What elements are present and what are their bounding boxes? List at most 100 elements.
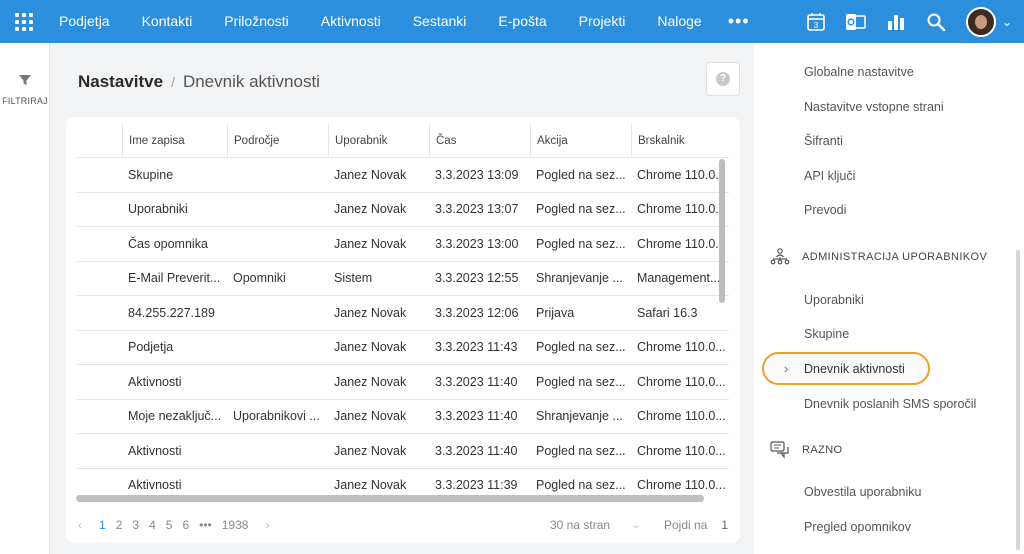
settings-item-prevodi[interactable]: Prevodi: [804, 203, 846, 217]
settings-item-obvestila-uporabniku[interactable]: Obvestila uporabniku: [804, 485, 921, 499]
settings-panel-scrollbar[interactable]: [1016, 250, 1020, 550]
cell-akcija: Pogled na sez...: [536, 374, 626, 389]
breadcrumb-root[interactable]: Nastavitve: [78, 72, 163, 92]
page-1[interactable]: 1: [94, 518, 111, 532]
cell-ime-zapisa: E-Mail Preverit...: [128, 271, 221, 286]
user-avatar[interactable]: [965, 6, 996, 37]
settings-item-nastavitve-vstopne-strani[interactable]: Nastavitve vstopne strani: [804, 100, 944, 114]
cell-select[interactable]: [76, 158, 122, 192]
vertical-scrollbar-thumb[interactable]: [719, 159, 725, 303]
table-row[interactable]: Podjetja Janez Novak 3.3.2023 11:43 Pogled …: [76, 331, 729, 365]
table-row[interactable]: Aktivnosti Janez Novak 3.3.2023 11:40 Pogle…: [76, 434, 729, 469]
cell-select[interactable]: [76, 227, 122, 261]
page-2[interactable]: 2: [111, 518, 128, 532]
cell-cas: 3.3.2023 13:07: [435, 202, 519, 217]
table-row[interactable]: Čas opomnika Janez Novak 3.3.2023 13:00 Pog…: [76, 227, 729, 262]
page-4[interactable]: 4: [144, 518, 161, 532]
cell-cas: 3.3.2023 12:55: [435, 271, 519, 286]
help-button[interactable]: ?: [706, 62, 740, 96]
nav-item-naloge[interactable]: Naloge: [641, 0, 717, 43]
prev-page-button[interactable]: ‹: [76, 518, 94, 532]
page-6[interactable]: 6: [177, 518, 194, 532]
cell-select[interactable]: [76, 400, 122, 434]
page-5[interactable]: 5: [161, 518, 178, 532]
filter-button[interactable]: FILTRIRAJ: [0, 73, 50, 106]
cell-ime-zapisa: Podjetja: [128, 340, 174, 355]
cell-podrocje: Opomniki: [233, 271, 286, 286]
cell-brskalnik: Chrome 110.0...: [637, 167, 726, 182]
horizontal-scrollbar-thumb[interactable]: [76, 495, 704, 502]
chevron-down-icon[interactable]: ⌄: [1002, 15, 1012, 29]
nav-item-projekti[interactable]: Projekti: [563, 0, 642, 43]
column-header-ime-zapisa[interactable]: Ime zapisa: [122, 124, 227, 157]
cell-cas: 3.3.2023 13:00: [435, 236, 519, 251]
settings-item-globalne-nastavitve[interactable]: Globalne nastavitve: [804, 65, 914, 79]
cell-akcija: Pogled na sez...: [536, 236, 626, 251]
cell-select[interactable]: [76, 262, 122, 296]
column-header-akcija[interactable]: Akcija: [530, 124, 631, 157]
cell-select[interactable]: [76, 434, 122, 468]
cell-ime-zapisa: Moje nezaključ...: [128, 409, 222, 424]
cell-akcija: Prijava: [536, 305, 575, 320]
table-header: Ime zapisa Področje Uporabnik Čas Akcija…: [76, 124, 729, 158]
cell-cas: 3.3.2023 13:09: [435, 167, 519, 182]
activity-log-card: Ime zapisa Področje Uporabnik Čas Akcija…: [66, 117, 740, 543]
nav-item-eposta[interactable]: E-pošta: [482, 0, 562, 43]
outlook-icon[interactable]: [836, 0, 876, 43]
page-3[interactable]: 3: [127, 518, 144, 532]
table-row[interactable]: Aktivnosti Janez Novak 3.3.2023 11:40 Pogle…: [76, 365, 729, 400]
column-header-brskalnik[interactable]: Brskalnik: [631, 124, 729, 157]
calendar-icon[interactable]: 3: [796, 0, 836, 43]
table-row[interactable]: E-Mail Preverit... Opomniki Sistem 3.3.2023…: [76, 262, 729, 296]
section-misc: RAZNO: [768, 438, 843, 462]
nav-item-kontakti[interactable]: Kontakti: [126, 0, 209, 43]
settings-item-sifranti[interactable]: Šifranti: [804, 134, 843, 148]
cell-ime-zapisa: Skupine: [128, 167, 174, 182]
cell-select[interactable]: [76, 193, 122, 227]
pagination-controls: 30 na stran ⌄ Pojdi na 1: [550, 515, 728, 535]
page-size-select[interactable]: 30 na stran ⌄: [550, 518, 640, 532]
next-page-button[interactable]: ›: [253, 518, 275, 532]
settings-item-skupine[interactable]: Skupine: [804, 327, 849, 341]
search-icon[interactable]: [916, 0, 956, 43]
table-row[interactable]: Skupine Janez Novak 3.3.2023 13:09 Pogled n…: [76, 158, 729, 193]
settings-item-uporabniki[interactable]: Uporabniki: [804, 293, 864, 307]
apps-grid-icon[interactable]: [15, 12, 33, 31]
settings-item-pregled-opomnikov[interactable]: Pregled opomnikov: [804, 520, 911, 534]
goto-page-input[interactable]: 1: [721, 518, 728, 532]
cell-akcija: Pogled na sez...: [536, 340, 626, 355]
column-header-podrocje[interactable]: Področje: [227, 124, 328, 157]
settings-item-dnevnik-aktivnosti-label: Dnevnik aktivnosti: [804, 362, 905, 376]
calendar-day: 3: [814, 21, 819, 30]
chat-icon: [768, 440, 792, 460]
column-header-select[interactable]: [76, 124, 122, 157]
cell-ime-zapisa: 84.255.227.189: [128, 305, 215, 320]
cell-ime-zapisa: Aktivnosti: [128, 374, 182, 389]
nav-item-priloznosti[interactable]: Priložnosti: [208, 0, 305, 43]
column-header-uporabnik[interactable]: Uporabnik: [328, 124, 429, 157]
cell-ime-zapisa: Uporabniki: [128, 202, 188, 217]
cell-uporabnik: Janez Novak: [334, 340, 407, 355]
nav-item-podjetja[interactable]: Podjetja: [53, 0, 126, 43]
column-header-cas[interactable]: Čas: [429, 124, 530, 157]
nav-more-icon[interactable]: •••: [718, 0, 760, 43]
page-last[interactable]: 1938: [217, 518, 254, 532]
page-ellipsis[interactable]: •••: [194, 518, 217, 532]
settings-item-dnevnik-aktivnosti[interactable]: › Dnevnik aktivnosti: [762, 352, 930, 385]
nav-item-aktivnosti[interactable]: Aktivnosti: [305, 0, 397, 43]
vertical-scrollbar[interactable]: [719, 159, 725, 494]
settings-item-api-kljuci[interactable]: API ključi: [804, 169, 855, 183]
horizontal-scrollbar[interactable]: [76, 495, 704, 502]
chart-icon[interactable]: [876, 0, 916, 43]
cell-select[interactable]: [76, 331, 122, 365]
settings-item-dnevnik-sms[interactable]: Dnevnik poslanih SMS sporočil: [804, 397, 976, 411]
table-row[interactable]: 84.255.227.189 Janez Novak 3.3.2023 12:06 P…: [76, 296, 729, 331]
nav-item-sestanki[interactable]: Sestanki: [397, 0, 483, 43]
cell-podrocje: [227, 227, 328, 261]
cell-select[interactable]: [76, 365, 122, 399]
cell-akcija: Shranjevanje ...: [536, 271, 623, 286]
table-row[interactable]: Uporabniki Janez Novak 3.3.2023 13:07 Pogle…: [76, 193, 729, 227]
section-misc-label: RAZNO: [802, 444, 843, 456]
table-row[interactable]: Moje nezaključ... Uporabnikovi ... Janez N…: [76, 400, 729, 434]
cell-select[interactable]: [76, 296, 122, 330]
